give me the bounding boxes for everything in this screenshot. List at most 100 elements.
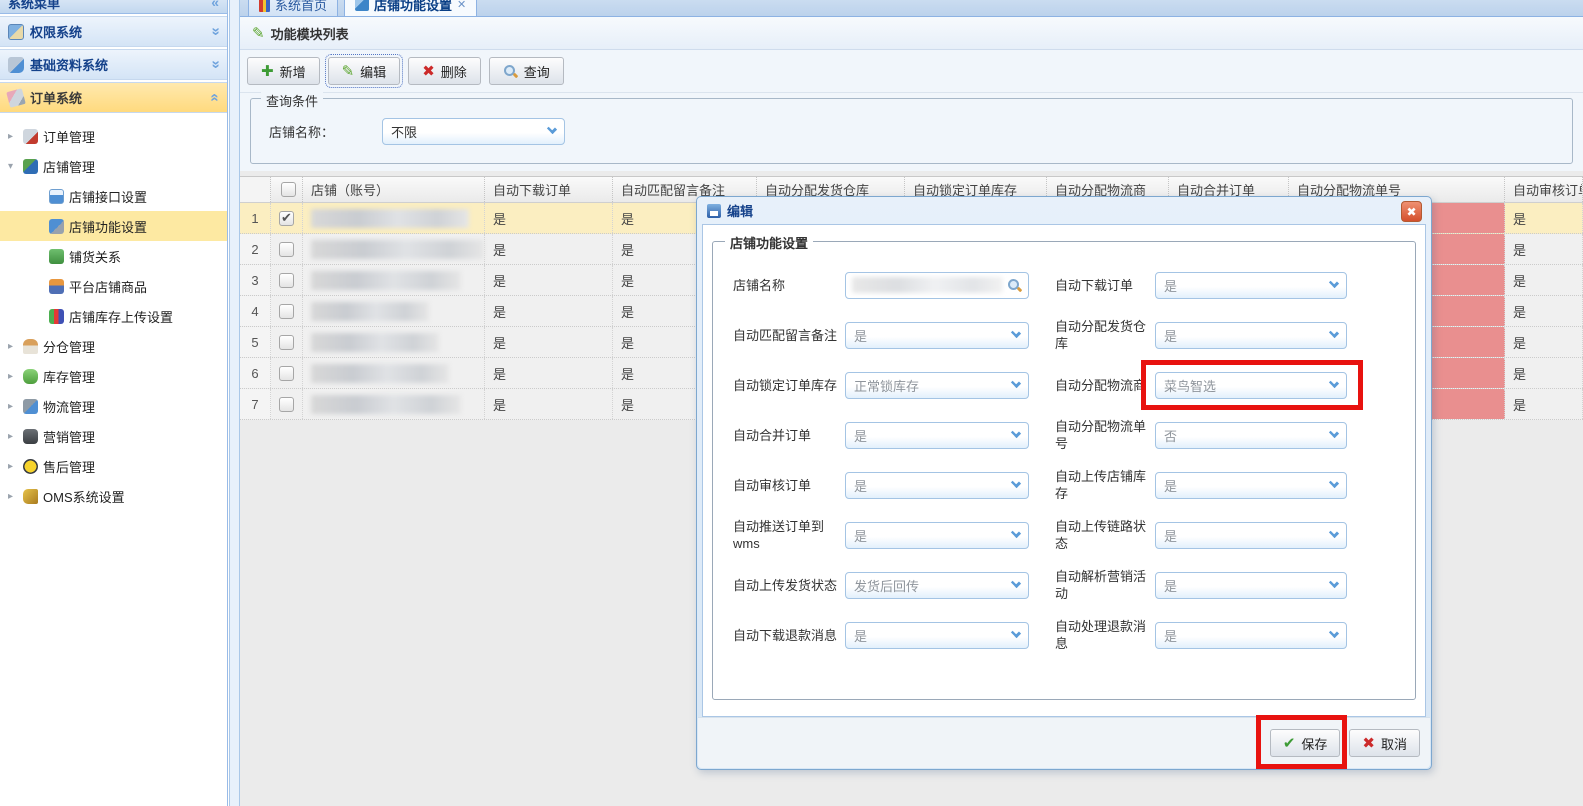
header-row-number bbox=[240, 177, 271, 202]
sidebar-item[interactable]: 铺货关系 bbox=[0, 241, 227, 271]
redacted-shop-name bbox=[852, 277, 1003, 293]
row-checkbox[interactable] bbox=[279, 304, 294, 319]
sidebar-item-label: 分仓管理 bbox=[43, 337, 95, 356]
save-button[interactable]: ✔ 保存 bbox=[1270, 729, 1341, 757]
left-select[interactable]: 是 bbox=[845, 422, 1029, 449]
expand-arrow-icon[interactable]: ▸ bbox=[8, 461, 18, 472]
sidebar-tree: ▸ 订单管理 ▾ 店铺管理 店铺接口设置 bbox=[0, 121, 227, 511]
search-icon[interactable] bbox=[1007, 278, 1022, 293]
right-select[interactable]: 是 bbox=[1155, 622, 1347, 649]
expand-arrow-icon[interactable]: ▸ bbox=[8, 431, 18, 442]
delete-button[interactable]: ✖ 删除 bbox=[408, 57, 481, 85]
shop-name-select[interactable]: 不限 bbox=[382, 118, 565, 145]
sidebar-item[interactable]: ▸ OMS系统设置 bbox=[0, 481, 227, 511]
tab-label: 店铺功能设置 bbox=[374, 0, 452, 14]
sidebar-item[interactable]: ▸ 物流管理 bbox=[0, 391, 227, 421]
sidebar-item[interactable]: ▸ 订单管理 bbox=[0, 121, 227, 151]
header-shop[interactable]: 店铺（账号） bbox=[303, 177, 485, 202]
sidebar-item[interactable]: 平台店铺商品 bbox=[0, 271, 227, 301]
search-button[interactable]: 查询 bbox=[489, 57, 564, 85]
expand-arrow-icon[interactable]: ▸ bbox=[8, 341, 18, 352]
cell-shop-account bbox=[303, 389, 485, 419]
shop-function-icon bbox=[49, 219, 64, 234]
left-select[interactable]: 是 bbox=[845, 472, 1029, 499]
sidebar: 系统菜单 « 权限系统 « 基础资料系统 « 订单系统 « ▸ 订单管理 bbox=[0, 0, 228, 806]
sidebar-item[interactable]: 店铺接口设置 bbox=[0, 181, 227, 211]
selected-value: 否 bbox=[1164, 426, 1330, 445]
chevron-down-icon bbox=[1329, 277, 1339, 287]
left-select[interactable]: 是 bbox=[845, 622, 1029, 649]
dialog-form-row: 自动推送订单到wms 是 自动上传链路状态 是 bbox=[713, 510, 1415, 560]
left-select[interactable]: 是 bbox=[845, 322, 1029, 349]
sidebar-section-permission[interactable]: 权限系统 « bbox=[0, 16, 227, 47]
dialog-close-button[interactable]: ✖ bbox=[1401, 201, 1422, 222]
selected-value: 是 bbox=[1164, 626, 1330, 645]
close-tab-icon[interactable]: ✕ bbox=[457, 0, 466, 11]
sidebar-item[interactable]: ▸ 库存管理 bbox=[0, 361, 227, 391]
left-select[interactable]: 正常锁库存 bbox=[845, 372, 1029, 399]
chevron-down-icon bbox=[1011, 327, 1021, 337]
row-checkbox[interactable] bbox=[279, 273, 294, 288]
edit-button[interactable]: ✎ 编辑 bbox=[328, 57, 401, 85]
chevron-double-down-icon[interactable]: « bbox=[206, 60, 223, 68]
header-auto-audit[interactable]: 自动审核订单 bbox=[1505, 177, 1583, 202]
left-field: 是 bbox=[845, 422, 1029, 449]
sidebar-item[interactable]: ▾ 店铺管理 bbox=[0, 151, 227, 181]
sidebar-item[interactable]: ▸ 售后管理 bbox=[0, 451, 227, 481]
bar-chart-icon bbox=[49, 309, 64, 324]
section-label: 权限系统 bbox=[30, 22, 82, 41]
tab-shop-function-settings[interactable]: 店铺功能设置 ✕ bbox=[344, 0, 477, 16]
right-select[interactable]: 是 bbox=[1155, 472, 1347, 499]
row-checkbox[interactable] bbox=[279, 211, 294, 226]
cell-auto-download: 是 bbox=[485, 265, 613, 295]
selected-value: 是 bbox=[1164, 526, 1330, 545]
chevron-double-up-icon[interactable]: « bbox=[206, 93, 223, 101]
chevron-double-down-icon[interactable]: « bbox=[206, 27, 223, 35]
expand-arrow-icon[interactable]: ▸ bbox=[8, 371, 18, 382]
expand-arrow-icon[interactable]: ▸ bbox=[8, 491, 18, 502]
right-select[interactable]: 是 bbox=[1155, 322, 1347, 349]
right-select[interactable]: 是 bbox=[1155, 522, 1347, 549]
cancel-icon: ✖ bbox=[1362, 736, 1375, 751]
dialog-form-row: 自动下载退款消息 是 自动处理退款消息 是 bbox=[713, 610, 1415, 660]
left-select[interactable]: 发货后回传 bbox=[845, 572, 1029, 599]
sidebar-item[interactable]: 店铺库存上传设置 bbox=[0, 301, 227, 331]
sidebar-splitter[interactable] bbox=[229, 0, 240, 806]
expand-arrow-icon[interactable]: ▾ bbox=[8, 161, 18, 172]
row-checkbox[interactable] bbox=[279, 335, 294, 350]
sidebar-section-order[interactable]: 订单系统 « bbox=[0, 82, 227, 113]
sidebar-item[interactable]: ▸ 分仓管理 bbox=[0, 331, 227, 361]
field-label: 自动分配物流单号 bbox=[1055, 418, 1155, 452]
sidebar-item-label: 库存管理 bbox=[43, 367, 95, 386]
row-checkbox[interactable] bbox=[279, 366, 294, 381]
cell-shop-account bbox=[303, 265, 485, 295]
row-checkbox[interactable] bbox=[279, 242, 294, 257]
header-auto-download[interactable]: 自动下载订单 bbox=[485, 177, 613, 202]
section-label: 订单系统 bbox=[30, 88, 82, 107]
row-number: 5 bbox=[240, 327, 271, 357]
expand-arrow-icon[interactable]: ▸ bbox=[8, 131, 18, 142]
select-all-checkbox[interactable] bbox=[281, 182, 296, 197]
save-disk-icon bbox=[707, 204, 721, 218]
collapse-sidebar-icon[interactable]: « bbox=[211, 0, 219, 10]
left-select[interactable]: 是 bbox=[845, 522, 1029, 549]
cancel-button[interactable]: ✖ 取消 bbox=[1349, 729, 1420, 757]
redacted-shop-name bbox=[311, 395, 461, 414]
dialog-title-bar[interactable]: 编辑 bbox=[697, 197, 1431, 224]
right-select[interactable]: 菜鸟智选 bbox=[1155, 372, 1347, 399]
sidebar-item[interactable]: ▸ 营销管理 bbox=[0, 421, 227, 451]
add-button[interactable]: ✚ 新增 bbox=[247, 57, 320, 85]
shop-name-search-input[interactable] bbox=[845, 272, 1029, 299]
sidebar-section-basedata[interactable]: 基础资料系统 « bbox=[0, 49, 227, 80]
sidebar-item[interactable]: 店铺功能设置 bbox=[0, 211, 227, 241]
right-select[interactable]: 是 bbox=[1155, 572, 1347, 599]
tab-home[interactable]: 系统首页 bbox=[248, 0, 338, 16]
right-select[interactable]: 否 bbox=[1155, 422, 1347, 449]
expand-arrow-icon[interactable]: ▸ bbox=[8, 401, 18, 412]
row-checkbox[interactable] bbox=[279, 397, 294, 412]
row-checkbox-cell bbox=[271, 296, 303, 326]
auto-download-select[interactable]: 是 bbox=[1155, 272, 1347, 299]
cell-auto-download: 是 bbox=[485, 358, 613, 388]
redacted-shop-name bbox=[311, 333, 439, 352]
dialog-form-row: 自动匹配留言备注 是 自动分配发货仓库 是 bbox=[713, 310, 1415, 360]
